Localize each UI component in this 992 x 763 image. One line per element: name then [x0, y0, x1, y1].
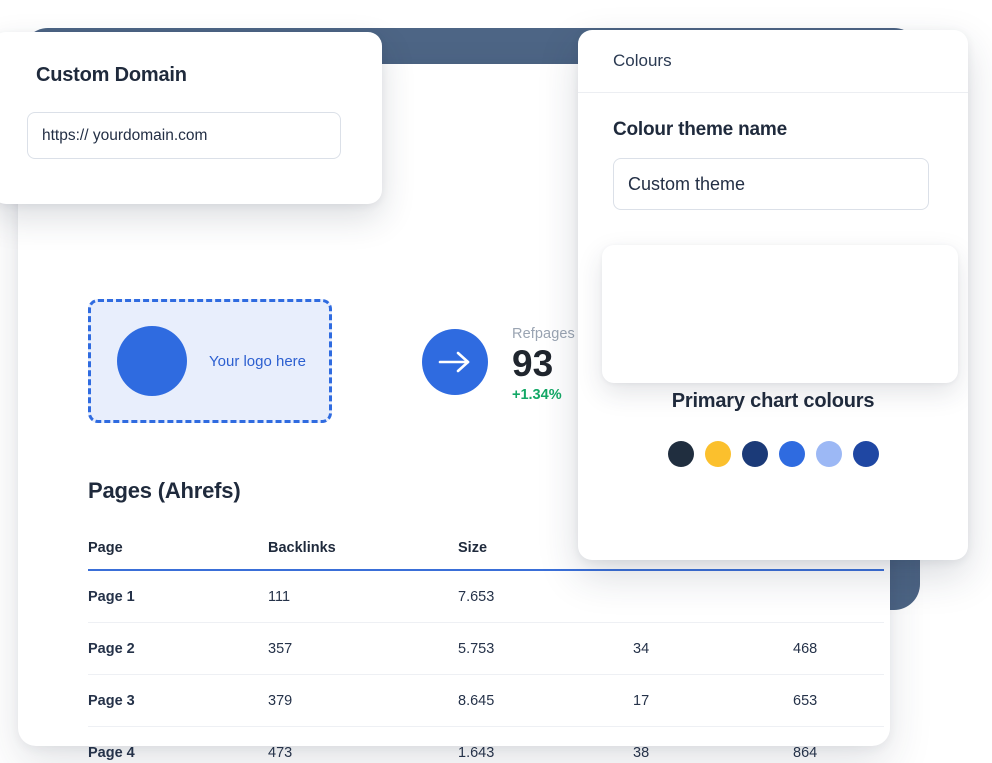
cell-size: 7.653 [458, 570, 633, 623]
cell-backlinks: 379 [268, 674, 458, 727]
cell-page: Page 3 [88, 674, 268, 727]
primary-chart-colours-label: Primary chart colours [671, 390, 875, 412]
stat-delta: +1.34% [512, 386, 562, 403]
colour-swatch-4[interactable] [778, 441, 805, 467]
cell-backlinks: 111 [268, 570, 458, 623]
colours-panel-header: Colours [578, 30, 968, 93]
cell-size: 8.645 [458, 674, 633, 727]
cell-backlinks: 357 [268, 622, 458, 675]
colour-swatch-row [578, 441, 968, 467]
colour-swatch-5[interactable] [815, 441, 842, 467]
column-header-page[interactable]: Page [88, 540, 268, 571]
cell-page: Page 1 [88, 570, 268, 623]
stat-label: Refpages [512, 326, 575, 342]
table-row[interactable]: Page 4 473 1.643 38 864 [88, 726, 884, 763]
colour-theme-name-label: Colour theme name [613, 119, 787, 140]
table-row[interactable]: Page 3 379 8.645 17 653 [88, 674, 884, 727]
cell-page: Page 4 [88, 726, 268, 763]
cell-col4: 17 [633, 674, 793, 727]
custom-domain-card: Custom Domain [0, 32, 382, 204]
colour-theme-name-input[interactable] [613, 158, 929, 210]
page-title: Pages (Ahrefs) [88, 478, 241, 503]
custom-domain-title: Custom Domain [36, 64, 187, 86]
cell-page: Page 2 [88, 622, 268, 675]
cell-col4: 38 [633, 726, 793, 763]
screenshot-stage: Your logo here Refpages 93 +1.34% Pages … [0, 0, 992, 763]
cell-col4: 34 [633, 622, 793, 675]
column-header-backlinks[interactable]: Backlinks [268, 540, 458, 571]
custom-domain-input[interactable] [27, 112, 341, 159]
pages-table: Page Backlinks Size Page 1 111 7.653 Pag… [88, 540, 884, 763]
chart-preview-card [602, 245, 958, 383]
arrow-right-icon[interactable] [422, 329, 488, 395]
cell-backlinks: 473 [268, 726, 458, 763]
cell-col5: 653 [793, 674, 884, 727]
colours-panel-body: Colour theme name [578, 93, 968, 210]
cell-col5 [793, 570, 884, 623]
colours-panel: Colours Colour theme name Primary chart … [578, 30, 968, 560]
colour-swatch-1[interactable] [667, 441, 694, 467]
logo-dropzone[interactable]: Your logo here [88, 299, 332, 423]
cell-size: 5.753 [458, 622, 633, 675]
bar-chart [618, 263, 944, 365]
table-row[interactable]: Page 2 357 5.753 34 468 [88, 622, 884, 675]
cell-col5: 864 [793, 726, 884, 763]
cell-col4 [633, 570, 793, 623]
colours-panel-title: Colours [613, 51, 672, 70]
cell-col5: 468 [793, 622, 884, 675]
cell-size: 1.643 [458, 726, 633, 763]
colour-swatch-6[interactable] [852, 441, 879, 467]
colour-swatch-2[interactable] [704, 441, 731, 467]
colour-swatch-3[interactable] [741, 441, 768, 467]
logo-dropzone-label: Your logo here [209, 352, 307, 370]
table-row[interactable]: Page 1 111 7.653 [88, 570, 884, 623]
logo-placeholder-circle [117, 326, 187, 396]
refpages-stat: Refpages 93 +1.34% [422, 326, 575, 403]
stat-value: 93 [512, 343, 554, 384]
